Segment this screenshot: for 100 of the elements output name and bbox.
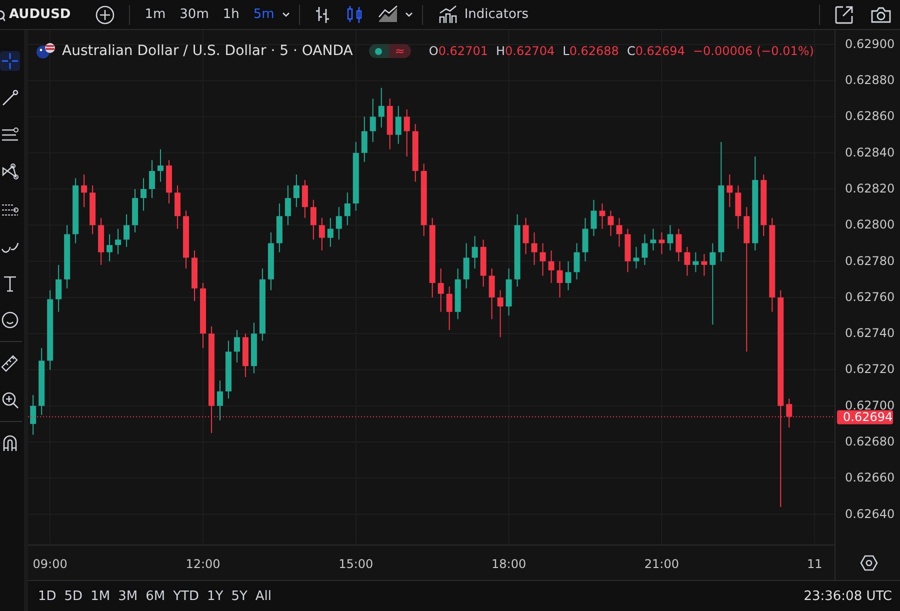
time-axis-label: 18:00	[492, 557, 526, 571]
candle	[90, 185, 96, 234]
candle	[463, 243, 470, 288]
area-chart-icon[interactable]	[378, 4, 398, 24]
candle	[650, 228, 656, 250]
candle	[692, 252, 699, 272]
range-button[interactable]: 5Y	[227, 586, 252, 606]
interval-button[interactable]: 5m	[246, 4, 282, 25]
ohlc-value: O0.62701	[428, 44, 488, 58]
candle	[488, 268, 495, 320]
ohlc-value: C0.62694	[626, 44, 685, 58]
trend-line-icon[interactable]	[0, 88, 20, 108]
interval-button[interactable]: 1h	[216, 4, 246, 25]
candle	[472, 236, 478, 269]
candle	[115, 228, 122, 254]
candle	[192, 250, 198, 302]
ohlc-value: L0.62688	[562, 44, 619, 58]
price-axis-label: 0.62720	[845, 362, 895, 376]
range-button[interactable]: 6M	[142, 586, 170, 606]
caret-icon[interactable]	[404, 10, 414, 20]
symbol-title[interactable]: Australian Dollar / U.S. Dollar · 5 · OANDA	[62, 43, 353, 59]
search-icon[interactable]	[0, 8, 5, 22]
add-icon[interactable]	[94, 4, 115, 24]
range-button[interactable]: 1Y	[202, 586, 228, 606]
candle	[293, 174, 300, 208]
time-axis-label: 15:00	[338, 557, 374, 571]
time-axis-label: 12:00	[186, 557, 220, 571]
smiley-icon[interactable]	[0, 310, 20, 330]
candle	[506, 268, 512, 316]
price-axis-label: 0.62840	[845, 145, 895, 160]
candle	[174, 185, 180, 229]
candle	[250, 322, 257, 374]
candle	[497, 290, 504, 338]
candle	[98, 218, 104, 265]
range-button[interactable]: 1D	[34, 586, 60, 606]
caret-icon[interactable]	[281, 10, 292, 20]
range-button[interactable]: All	[251, 586, 276, 606]
candle	[726, 174, 733, 208]
price-axis-label: 0.62660	[845, 470, 895, 485]
time-axis-label: 21:00	[644, 557, 679, 571]
candle	[599, 203, 606, 229]
symbol-name[interactable]: AUDUSD	[9, 7, 71, 22]
share-icon[interactable]	[834, 4, 854, 24]
price-axis-label: 0.62800	[845, 218, 895, 232]
settings-icon[interactable]	[860, 555, 878, 571]
candle	[132, 189, 138, 232]
candle	[276, 203, 282, 252]
range-button[interactable]: YTD	[169, 586, 203, 606]
candle	[200, 282, 206, 348]
candle	[106, 234, 113, 262]
candle	[225, 340, 232, 399]
candle	[183, 210, 189, 269]
candle	[667, 225, 674, 250]
interval-button[interactable]: 30m	[172, 4, 216, 25]
bar-chart-icon	[438, 4, 458, 24]
candle	[556, 261, 563, 298]
candle	[72, 178, 79, 244]
candle	[149, 160, 156, 198]
interval-button[interactable]: 1m	[138, 4, 173, 25]
candle	[590, 200, 597, 236]
candle	[395, 106, 402, 144]
price-axis-label: 0.62780	[845, 254, 895, 268]
candle	[633, 246, 640, 269]
zoom-in-icon[interactable]	[0, 390, 20, 410]
candle	[701, 254, 708, 276]
price-axis-label: 0.62860	[845, 109, 895, 124]
candle	[302, 180, 308, 218]
candle	[64, 225, 70, 288]
candle	[30, 395, 36, 435]
candle	[386, 98, 393, 150]
candle	[242, 334, 248, 377]
candle	[56, 264, 62, 312]
ruler-icon[interactable]	[0, 353, 20, 373]
flag-icon	[36, 42, 56, 60]
candle	[624, 228, 631, 272]
candle	[412, 124, 418, 182]
candle	[684, 246, 690, 276]
last-price-label: 0.62694	[837, 410, 893, 424]
price-axis-label: 0.62680	[845, 434, 895, 448]
price-axis-label: 0.62900	[845, 36, 895, 51]
ohlc-value: H0.62704	[496, 44, 555, 58]
candle	[318, 218, 325, 250]
candle	[676, 228, 682, 262]
candle	[642, 234, 648, 265]
candle	[268, 232, 274, 290]
candle	[574, 243, 580, 280]
date-axis-label: 11	[806, 557, 822, 571]
candle	[565, 261, 572, 290]
range-button[interactable]: 1M	[86, 586, 114, 606]
candle	[378, 88, 384, 128]
price-axis-label: 0.62640	[845, 506, 895, 521]
crosshair-icon[interactable]	[0, 51, 20, 71]
range-button[interactable]: 3M	[114, 586, 142, 606]
candle	[608, 210, 614, 236]
range-button[interactable]: 5D	[60, 586, 87, 606]
indicators-button[interactable]: Indicators	[431, 2, 536, 28]
camera-icon[interactable]	[870, 4, 892, 24]
time-axis-label: 09:00	[32, 557, 68, 571]
candle	[158, 149, 164, 182]
pattern-icon[interactable]	[0, 162, 20, 182]
